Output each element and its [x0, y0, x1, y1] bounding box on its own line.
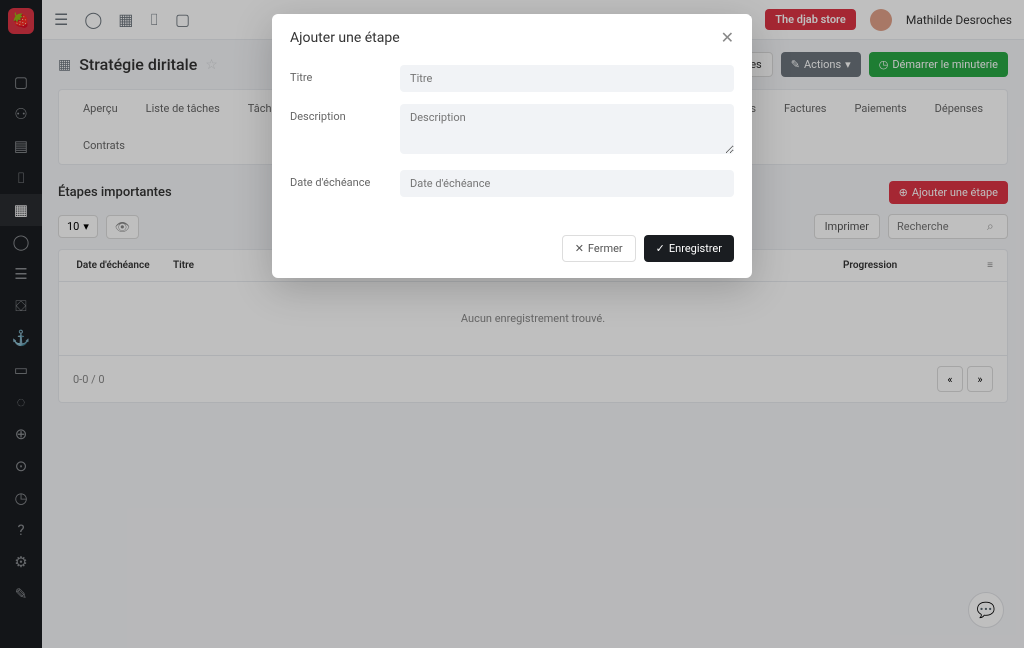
modal-foot: ✕ Fermer ✓ Enregistrer [272, 223, 752, 278]
modal-close-button[interactable]: ✕ [721, 28, 734, 47]
label-description: Description [290, 104, 400, 158]
modal-title: Ajouter une étape [290, 30, 400, 46]
modal-cancel-label: Fermer [588, 242, 623, 255]
modal-cancel-button[interactable]: ✕ Fermer [562, 235, 636, 262]
modal-body: Titre Description Date d'échéance [272, 61, 752, 223]
modal-save-button[interactable]: ✓ Enregistrer [644, 235, 734, 262]
modal-save-label: Enregistrer [669, 242, 722, 255]
modal: Ajouter une étape ✕ Titre Description Da… [272, 14, 752, 278]
input-description[interactable] [400, 104, 734, 154]
input-due[interactable] [400, 170, 734, 197]
label-due: Date d'échéance [290, 170, 400, 197]
label-title: Titre [290, 65, 400, 92]
input-title[interactable] [400, 65, 734, 92]
modal-head: Ajouter une étape ✕ [272, 14, 752, 61]
